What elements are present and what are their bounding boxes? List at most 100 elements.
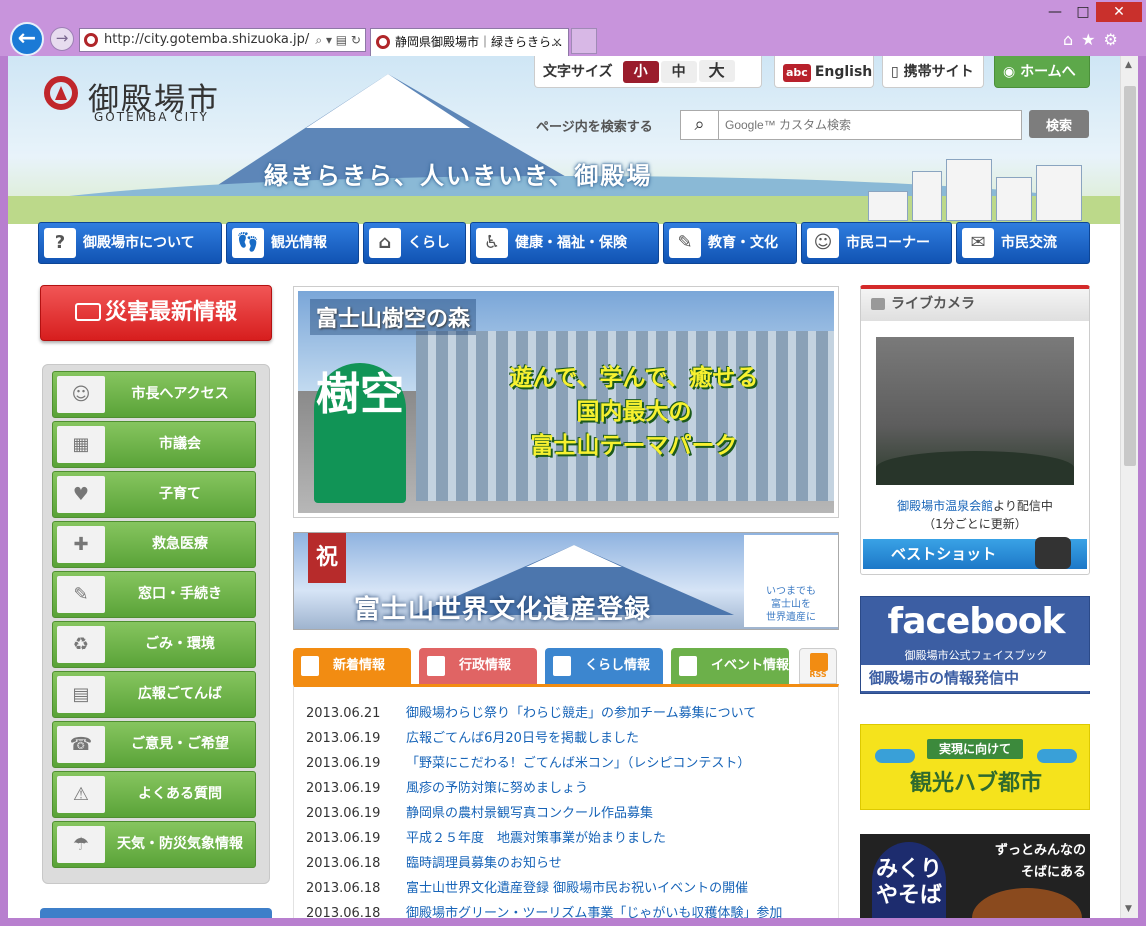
news-list: 2013.06.21 御殿場わらじ祭り「わらじ競走」の参加チーム募集について 20… [293, 684, 839, 918]
tab-event-info[interactable]: イベント情報 [671, 648, 789, 684]
news-link[interactable]: 御殿場わらじ祭り「わらじ競走」の参加チーム募集について [406, 706, 756, 721]
search-button[interactable]: 検索 [1029, 110, 1089, 138]
news-item: 2013.06.18 富士山世界文化遺産登録 御殿場市民お祝いイベントの開催 [294, 876, 838, 901]
city-logo-icon[interactable] [44, 76, 78, 110]
site-search: ⌕ [680, 110, 1022, 140]
side-item-council[interactable]: ▦ 市議会 [52, 421, 256, 468]
side-item-label: ご意見・ご希望 [131, 736, 229, 752]
side-item-label: 窓口・手続き [138, 586, 222, 602]
graduate-icon: ✎ [669, 228, 701, 258]
world-heritage-banner[interactable]: 祝 富士山世界文化遺産登録 いつまでも 富士山を 世界遺産に [293, 532, 839, 630]
phone-icon: ☎ [57, 726, 105, 763]
tourism-hub-title: 観光ハブ都市 [909, 771, 1042, 796]
side-item-emergency[interactable]: ✚ 救急医療 [52, 521, 256, 568]
new-tab-button[interactable] [571, 28, 597, 54]
facebook-banner[interactable]: facebook 御殿場市公式フェイスブック 御殿場市の情報発信中 [860, 596, 1091, 694]
side-item-procedures[interactable]: ✎ 窓口・手続き [52, 571, 256, 618]
forest-park-banner[interactable]: 富士山樹空の森 樹空 遊んで、学んで、癒せる 国内最大の 富士山テーマパーク [293, 286, 839, 518]
nav-label: 御殿場市について [83, 235, 195, 251]
scrollbar-thumb[interactable] [1124, 86, 1136, 466]
address-bar[interactable]: http://city.gotemba.shizuoka.jp/ ⌕ ▾ ▤ ↻ [79, 28, 366, 52]
disaster-info-button[interactable]: 災害最新情報 [40, 285, 272, 341]
camera-icon [1035, 537, 1071, 569]
back-icon[interactable]: ← [10, 22, 44, 56]
heritage-side-line: いつまでも [766, 586, 816, 597]
nav-label: 市民交流 [1001, 235, 1057, 251]
news-link[interactable]: 「野菜にこだわる！ごてんば米コン」（レシピコンテスト） [406, 756, 750, 771]
document-icon [301, 656, 319, 676]
tab-admin-info[interactable]: 行政情報 [419, 648, 537, 684]
forest-copy-line: 遊んで、学んで、癒せる [509, 365, 759, 391]
question-icon: ? [44, 228, 76, 258]
nav-citizen-corner[interactable]: ☺ 市民コーナー [801, 222, 952, 264]
nav-citizen-exchange[interactable]: ✉ 市民交流 [956, 222, 1090, 264]
english-link[interactable]: abc English [774, 56, 874, 88]
side-item-faq[interactable]: ⚠ よくある質問 [52, 771, 256, 818]
window-maximize-button[interactable]: □ [1070, 2, 1096, 22]
search-label: ページ内を検索する [536, 120, 653, 135]
home-icon[interactable]: ⌂ [1063, 30, 1081, 49]
side-item-weather[interactable]: ☂ 天気・防災気象情報 [52, 821, 256, 868]
side-item-waste[interactable]: ♻ ごみ・環境 [52, 621, 256, 668]
favorites-icon[interactable]: ★ [1081, 30, 1103, 49]
news-link[interactable]: 静岡県の農村景観写真コンクール作品募集 [406, 806, 653, 821]
news-date: 2013.06.19 [306, 806, 381, 821]
tab-new-info[interactable]: 新着情報 [293, 648, 411, 684]
search-input[interactable] [723, 114, 1013, 136]
heritage-side-line: 世界遺産に [766, 612, 816, 623]
celebration-badge: 祝 [308, 533, 346, 583]
news-link[interactable]: 富士山世界文化遺産登録 御殿場市民お祝いイベントの開催 [406, 881, 748, 896]
english-badge: abc [783, 64, 811, 82]
window-close-button[interactable]: ✕ [1096, 2, 1142, 22]
side-item-label: 天気・防災気象情報 [117, 836, 243, 852]
best-shot-button[interactable]: ベストショット [863, 537, 1087, 569]
side-item-newsletter[interactable]: ▤ 広報ごてんば [52, 671, 256, 718]
live-camera-source-link[interactable]: 御殿場市温泉会館 [897, 499, 993, 513]
settings-icon[interactable]: ⚙ [1104, 30, 1126, 49]
forest-banner-logo: 樹空 [314, 363, 406, 503]
vertical-scrollbar[interactable]: ▲ ▼ [1120, 56, 1138, 918]
english-label: English [814, 64, 873, 80]
font-size-large-button[interactable]: 大 [698, 60, 735, 82]
home-link[interactable]: ◉ ホームへ [994, 56, 1090, 88]
news-item: 2013.06.18 御殿場市グリーン・ツーリズム事業「じゃがいも収穫体験」参加 [294, 901, 838, 918]
nav-living[interactable]: ⌂ くらし [363, 222, 466, 264]
news-item: 2013.06.18 臨時調理員募集のお知らせ [294, 851, 838, 876]
nav-about-city[interactable]: ? 御殿場市について [38, 222, 222, 264]
side-item-feedback[interactable]: ☎ ご意見・ご希望 [52, 721, 256, 768]
live-camera-image[interactable] [876, 337, 1074, 485]
nav-label: 観光情報 [271, 235, 327, 251]
nav-education-culture[interactable]: ✎ 教育・文化 [663, 222, 797, 264]
side-item-mayor[interactable]: ☺ 市長へアクセス [52, 371, 256, 418]
news-date: 2013.06.19 [306, 756, 381, 771]
news-link[interactable]: 平成２５年度 地震対策事業が始まりました [406, 831, 666, 846]
news-link[interactable]: 御殿場市グリーン・ツーリズム事業「じゃがいも収穫体験」参加 [406, 906, 782, 918]
live-camera-title: ライブカメラ [861, 289, 1089, 321]
side-item-childcare[interactable]: ♥ 子育て [52, 471, 256, 518]
mikuriya-soba-banner[interactable]: みくりやそば ずっとみんなの そばにある [860, 834, 1090, 918]
side-banner-partial[interactable] [40, 908, 272, 918]
mobile-site-link[interactable]: ▯ 携帯サイト [882, 56, 984, 88]
forest-copy-line: 富士山テーマパーク [530, 433, 738, 459]
home-link-icon: ◉ [1003, 64, 1021, 80]
font-size-small-button[interactable]: 小 [622, 61, 659, 83]
tourism-hub-banner[interactable]: 実現に向けて 観光ハブ都市 [860, 724, 1090, 810]
tab-living-info[interactable]: くらし情報 [545, 648, 663, 684]
scroll-up-icon[interactable]: ▲ [1125, 60, 1132, 70]
nav-tourism[interactable]: 👣 観光情報 [226, 222, 359, 264]
news-link[interactable]: 臨時調理員募集のお知らせ [406, 856, 562, 871]
window-minimize-button[interactable]: — [1040, 2, 1070, 22]
rss-button[interactable]: RSS [799, 648, 837, 684]
scroll-down-icon[interactable]: ▼ [1125, 904, 1132, 914]
hospital-icon: ✚ [57, 526, 105, 563]
font-size-medium-button[interactable]: 中 [660, 61, 697, 83]
news-link[interactable]: 広報ごてんば6月20日号を掲載しました [406, 731, 639, 746]
browser-tab[interactable]: 静岡県御殿場市｜緑きらきら... × [370, 28, 569, 56]
tab-close-icon[interactable]: × [552, 29, 562, 55]
address-tools-icon[interactable]: ⌕ ▾ ▤ ↻ [315, 29, 361, 51]
forward-icon[interactable]: → [50, 27, 74, 51]
nav-health-welfare[interactable]: ♿ 健康・福祉・保険 [470, 222, 659, 264]
news-link[interactable]: 風疹の予防対策に努めましょう [406, 781, 588, 796]
nav-label: 教育・文化 [708, 235, 778, 251]
house-icon [553, 656, 571, 676]
